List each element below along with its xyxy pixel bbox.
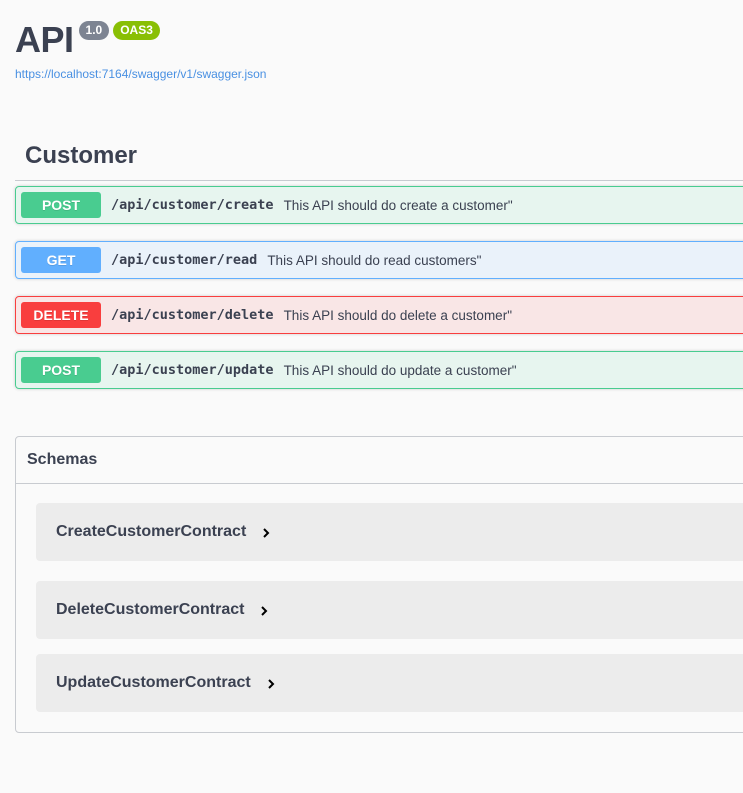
chevron-right-icon[interactable] xyxy=(258,605,270,617)
method-badge: DELETE xyxy=(21,302,101,328)
version-badge: 1.0 xyxy=(78,21,110,40)
model-create-customer-contract[interactable]: CreateCustomerContract xyxy=(36,503,743,561)
operation-path[interactable]: /api/customer/delete xyxy=(111,307,274,323)
schemas-title[interactable]: Schemas xyxy=(27,451,97,469)
operation-path[interactable]: /api/customer/read xyxy=(111,252,257,268)
tag-section-header[interactable]: Customer xyxy=(15,140,743,181)
opblock-get-read[interactable]: GET /api/customer/read This API should d… xyxy=(15,241,743,279)
operation-summary: This API should do create a customer" xyxy=(283,197,513,213)
api-title: API xyxy=(15,19,74,60)
operation-path[interactable]: /api/customer/update xyxy=(111,362,274,378)
schemas-header[interactable]: Schemas xyxy=(16,437,743,484)
operation-summary: This API should do read customers" xyxy=(267,252,482,268)
method-badge: POST xyxy=(21,192,101,218)
chevron-right-icon[interactable] xyxy=(265,678,277,690)
operation-path[interactable]: /api/customer/create xyxy=(111,197,274,213)
model-name[interactable]: DeleteCustomerContract xyxy=(56,601,244,619)
api-info: API 1.0 OAS3 https://localhost:7164/swag… xyxy=(15,18,266,81)
schemas-section: Schemas CreateCustomerContract DeleteCus… xyxy=(15,436,743,733)
model-name[interactable]: UpdateCustomerContract xyxy=(56,674,251,692)
opblock-post-create[interactable]: POST /api/customer/create This API shoul… xyxy=(15,186,743,224)
opblock-delete-delete[interactable]: DELETE /api/customer/delete This API sho… xyxy=(15,296,743,334)
operation-summary: This API should do delete a customer" xyxy=(283,307,512,323)
oas-badge: OAS3 xyxy=(113,21,160,40)
method-badge: POST xyxy=(21,357,101,383)
opblock-post-update[interactable]: POST /api/customer/update This API shoul… xyxy=(15,351,743,389)
tag-name[interactable]: Customer xyxy=(25,142,137,170)
model-name[interactable]: CreateCustomerContract xyxy=(56,523,246,541)
spec-url-link[interactable]: https://localhost:7164/swagger/v1/swagge… xyxy=(15,67,266,81)
model-update-customer-contract[interactable]: UpdateCustomerContract xyxy=(36,654,743,712)
model-delete-customer-contract[interactable]: DeleteCustomerContract xyxy=(36,581,743,639)
chevron-right-icon[interactable] xyxy=(260,527,272,539)
method-badge: GET xyxy=(21,247,101,273)
operation-summary: This API should do update a customer" xyxy=(283,362,517,378)
title-row: API 1.0 OAS3 xyxy=(15,18,266,62)
